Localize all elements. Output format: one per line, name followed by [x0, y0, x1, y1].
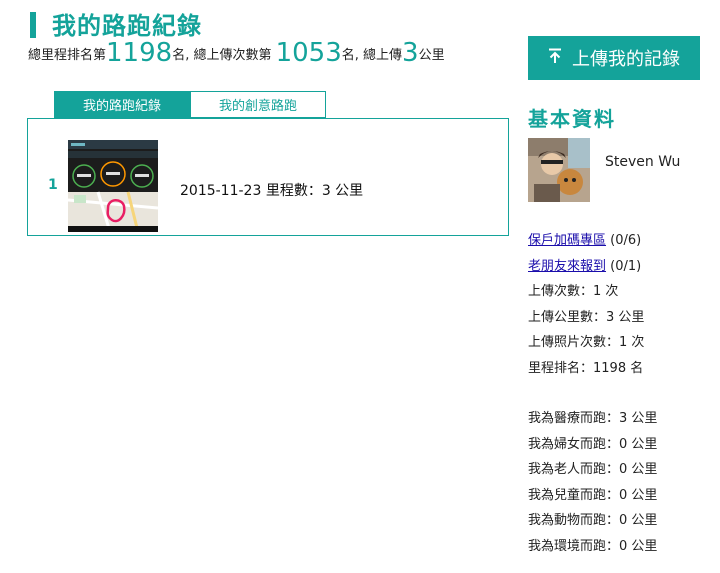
total-distance-rank: 1198 — [106, 38, 173, 68]
profile-heading: 基本資料 — [528, 107, 616, 131]
record-distance-label: 里程數： — [265, 183, 322, 199]
record-tabs: 我的路跑紀錄 我的創意路跑 — [54, 91, 326, 118]
old-friends-link[interactable]: 老朋友來報到 — [528, 259, 606, 274]
upload-count-rank: 1053 — [275, 38, 342, 68]
tab-my-runs[interactable]: 我的路跑紀錄 — [54, 91, 190, 118]
upload-count-stat: 上傳次數：1 次 — [528, 284, 619, 299]
cause-women: 我為婦女而跑：0 公里 — [528, 436, 658, 452]
cause-medical: 我為醫療而跑：3 公里 — [528, 411, 658, 426]
up-arrow-icon — [548, 48, 562, 68]
record-distance: 3 公里 — [321, 183, 364, 199]
record-date: 2015-11-23 — [180, 183, 262, 199]
cause-children: 我為兒童而跑：0 公里 — [528, 487, 658, 503]
stats-mid-2: 名, 總上傳 — [341, 48, 403, 63]
old-friends-count: (0/1) — [606, 258, 642, 274]
profile-details: 保戶加碼專區 (0/6) 老朋友來報到 (0/1) 上傳次數：1 次 上傳公里數… — [528, 228, 657, 559]
records-panel: 1 2015-11-23 里程數：3 公里 — [27, 118, 509, 236]
user-name: Steven Wu — [605, 154, 681, 170]
stats-suffix: 公里 — [418, 48, 445, 63]
page-title: 我的路跑紀錄 — [52, 12, 202, 40]
upload-record-button[interactable]: 上傳我的記錄 — [528, 36, 700, 80]
title-accent-bar — [30, 12, 36, 38]
upload-button-label: 上傳我的記錄 — [572, 49, 680, 70]
upload-km-stat: 上傳公里數：3 公里 — [528, 309, 645, 325]
stats-prefix: 總里程排名第 — [28, 48, 107, 63]
distance-rank-stat: 里程排名：1198 名 — [528, 360, 644, 376]
stats-mid-1: 名, 總上傳次數第 — [172, 48, 272, 63]
bonus-zone-row: 保戶加碼專區 (0/6) — [528, 228, 657, 254]
old-friends-row: 老朋友來報到 (0/1) — [528, 254, 657, 280]
bonus-zone-link[interactable]: 保戶加碼專區 — [528, 233, 606, 248]
cause-animals: 我為動物而跑：0 公里 — [528, 513, 658, 528]
record-summary: 2015-11-23 里程數：3 公里 — [180, 180, 363, 200]
record-index: 1 — [48, 177, 58, 193]
cause-elderly: 我為老人而跑：0 公里 — [528, 462, 658, 477]
cause-environment: 我為環境而跑：0 公里 — [528, 538, 658, 554]
total-km: 3 — [402, 38, 419, 68]
tab-creative-runs[interactable]: 我的創意路跑 — [190, 91, 326, 118]
summary-stats: 總里程排名第1198名, 總上傳次數第 1053名, 總上傳3公里 — [28, 38, 445, 71]
photo-upload-stat: 上傳照片次數：1 次 — [528, 335, 645, 350]
avatar — [528, 138, 590, 202]
bonus-zone-count: (0/6) — [606, 233, 642, 248]
run-screenshot-thumbnail[interactable] — [68, 140, 158, 232]
